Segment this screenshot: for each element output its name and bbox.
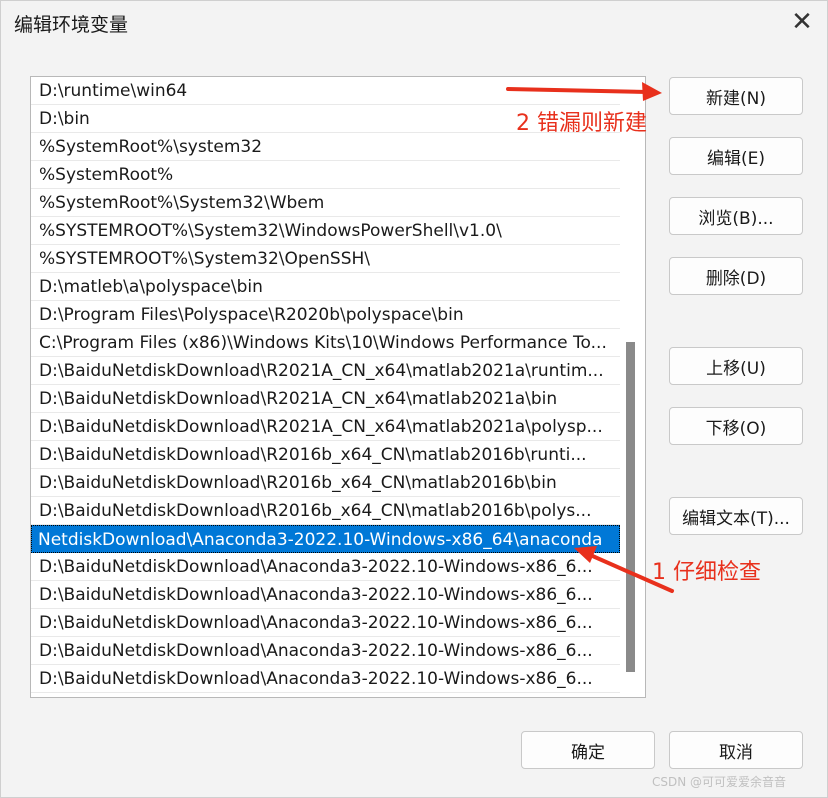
annotation-arrows	[506, 82, 674, 593]
arrow-to-new-button	[506, 82, 662, 101]
annotation-check: 1 仔细检查	[652, 560, 761, 585]
watermark: CSDN @可可爱爱余音音	[652, 775, 787, 789]
annotation-new: 2 错漏则新建	[516, 111, 647, 136]
